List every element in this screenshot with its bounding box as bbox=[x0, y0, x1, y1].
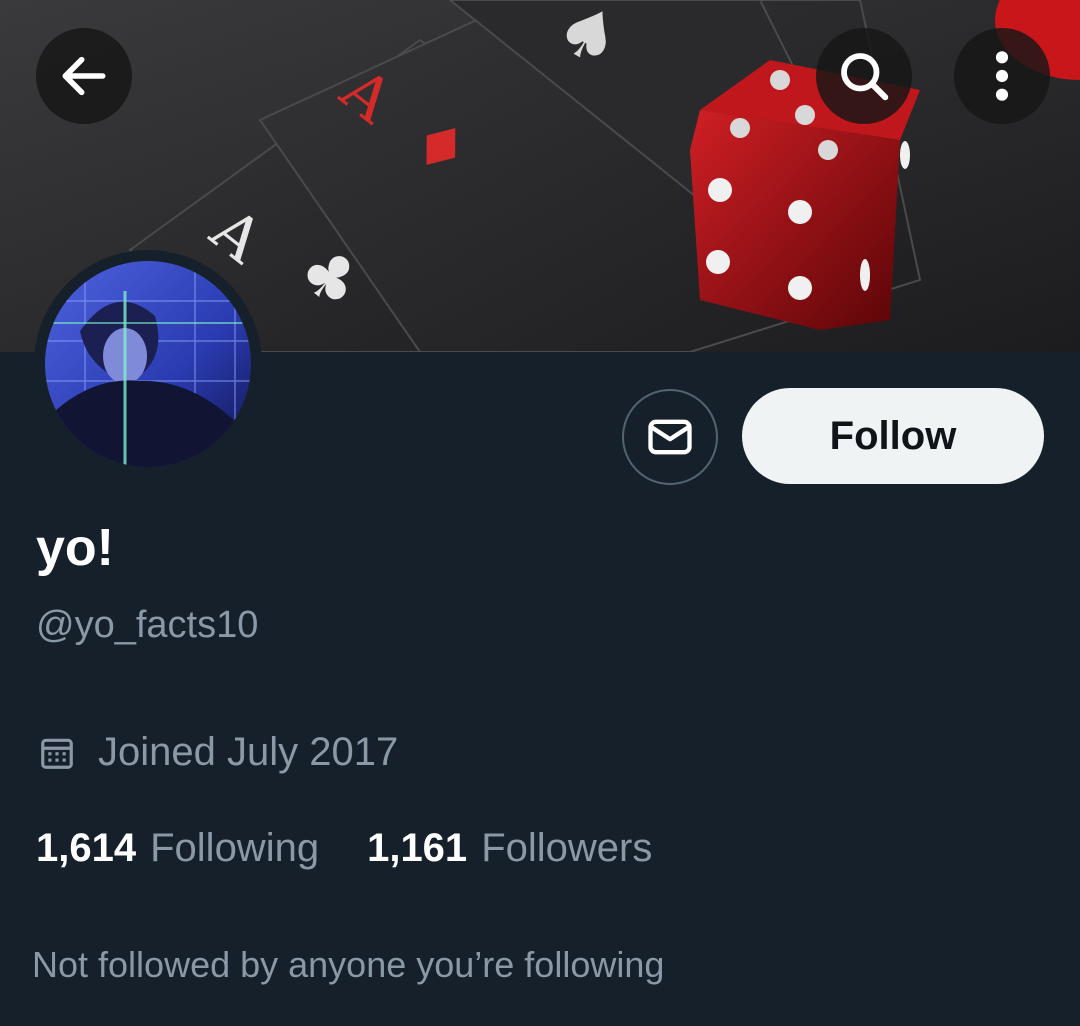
display-name: yo! bbox=[36, 519, 114, 577]
follow-stats: 1,614 Following 1,161 Followers bbox=[36, 826, 700, 871]
followers-label: Followers bbox=[481, 826, 653, 870]
mail-icon bbox=[648, 419, 692, 455]
following-stat[interactable]: 1,614 Following bbox=[36, 826, 319, 871]
following-count: 1,614 bbox=[36, 826, 137, 870]
joined-text: Joined July 2017 bbox=[98, 730, 399, 774]
back-button[interactable] bbox=[36, 28, 132, 124]
calendar-icon bbox=[41, 738, 73, 769]
arrow-left-icon bbox=[62, 56, 106, 96]
followers-stat[interactable]: 1,161 Followers bbox=[367, 826, 652, 871]
joined-date: Joined July 2017 bbox=[38, 730, 398, 775]
mutual-followers-note: Not followed by anyone you’re following bbox=[32, 944, 665, 985]
avatar-image bbox=[45, 261, 251, 467]
search-icon bbox=[841, 53, 889, 101]
following-label: Following bbox=[150, 826, 320, 870]
profile-avatar[interactable] bbox=[34, 250, 262, 478]
user-handle: @yo_facts10 bbox=[36, 604, 259, 646]
message-button[interactable] bbox=[622, 389, 718, 485]
search-button[interactable] bbox=[816, 28, 912, 124]
more-options-button[interactable] bbox=[954, 28, 1050, 124]
followers-count: 1,161 bbox=[367, 826, 468, 870]
follow-button[interactable]: Follow bbox=[742, 388, 1044, 484]
more-vertical-icon bbox=[995, 51, 1009, 101]
